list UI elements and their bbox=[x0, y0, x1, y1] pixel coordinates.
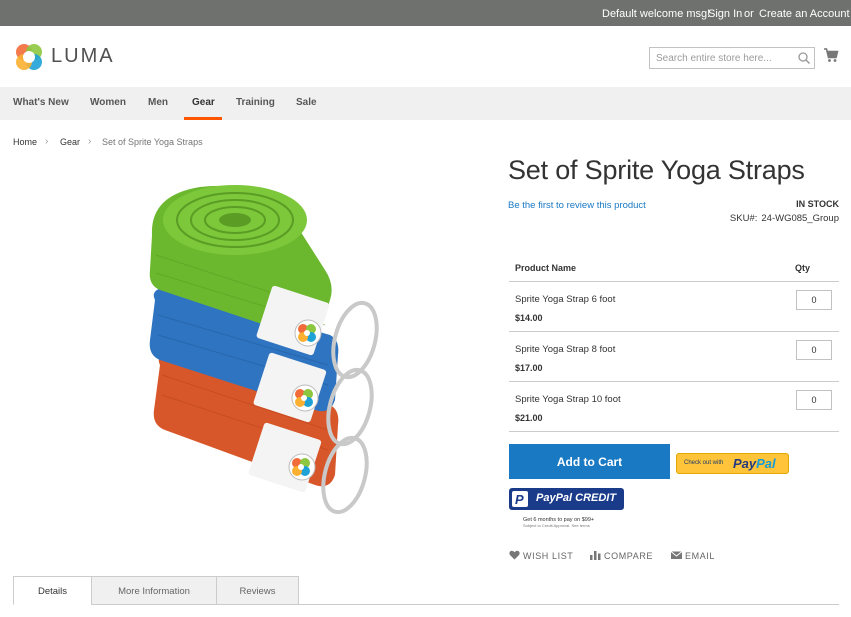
row-price: $17.00 bbox=[515, 363, 543, 373]
sku-label: SKU#: bbox=[729, 213, 758, 224]
luma-logo-icon[interactable] bbox=[13, 41, 45, 73]
nav-item-sale[interactable]: Sale bbox=[296, 97, 317, 108]
paypal-brand-part-1: Pay bbox=[733, 456, 757, 471]
envelope-icon bbox=[671, 551, 682, 559]
search-icon[interactable] bbox=[797, 51, 811, 65]
paypal-brand-part-2: Pal bbox=[756, 456, 776, 471]
nav-item-gear[interactable]: Gear bbox=[192, 97, 215, 108]
row-price: $21.00 bbox=[515, 413, 543, 423]
qty-input[interactable] bbox=[796, 340, 832, 360]
email-link[interactable]: EMAIL bbox=[671, 550, 715, 561]
review-link[interactable]: Be the first to review this product bbox=[508, 200, 646, 211]
product-image[interactable] bbox=[140, 175, 400, 525]
tab-more-information[interactable]: More Information bbox=[91, 576, 217, 605]
create-account-link[interactable]: Create an Account bbox=[759, 8, 850, 20]
stock-status: IN STOCK bbox=[796, 199, 839, 209]
add-to-cart-button[interactable]: Add to Cart bbox=[509, 444, 670, 479]
row-product-name: Sprite Yoga Strap 6 foot bbox=[515, 294, 616, 305]
welcome-message: Default welcome msg! bbox=[602, 8, 711, 20]
tab-reviews[interactable]: Reviews bbox=[216, 576, 299, 605]
sku-value: 24-WG085_Group bbox=[761, 213, 839, 224]
product-title: Set of Sprite Yoga Straps bbox=[508, 155, 805, 185]
cart-icon[interactable] bbox=[823, 47, 839, 63]
nav-item-whats-new[interactable]: What's New bbox=[13, 97, 69, 108]
row-product-name: Sprite Yoga Strap 8 foot bbox=[515, 344, 616, 355]
paypal-checkout-button[interactable]: Check out with PayPal bbox=[676, 453, 789, 474]
or-text: or bbox=[744, 8, 754, 20]
main-navigation: What's New Women Men Gear Training Sale bbox=[0, 87, 851, 120]
paypal-credit-terms-small: Subject to Credit Approval. See terms bbox=[523, 523, 590, 528]
heart-icon bbox=[509, 550, 520, 560]
paypal-credit-label: PayPal CREDIT bbox=[536, 492, 617, 504]
search-input[interactable] bbox=[650, 48, 790, 68]
nav-item-women[interactable]: Women bbox=[90, 97, 126, 108]
grouped-table-header: Product Name Qty bbox=[509, 254, 839, 282]
breadcrumb-current: Set of Sprite Yoga Straps bbox=[102, 137, 203, 147]
nav-item-training[interactable]: Training bbox=[236, 97, 275, 108]
sign-in-link[interactable]: Sign In bbox=[708, 8, 742, 20]
logo-text[interactable]: LUMA bbox=[51, 45, 115, 68]
breadcrumb-gear[interactable]: Gear bbox=[60, 137, 80, 147]
top-header-bar: Default welcome msg! Sign In or Create a… bbox=[0, 0, 851, 26]
tab-details[interactable]: Details bbox=[13, 576, 92, 605]
table-row: Sprite Yoga Strap 6 foot $14.00 bbox=[509, 282, 839, 332]
svg-text:P: P bbox=[515, 492, 524, 507]
nav-item-men[interactable]: Men bbox=[148, 97, 168, 108]
column-header-qty: Qty bbox=[795, 263, 811, 273]
search-box bbox=[649, 47, 815, 69]
nav-active-indicator bbox=[184, 117, 222, 120]
breadcrumb-separator: › bbox=[45, 136, 49, 147]
qty-input[interactable] bbox=[796, 390, 832, 410]
sku-line: SKU#: 24-WG085_Group bbox=[730, 213, 839, 224]
column-header-product-name: Product Name bbox=[515, 263, 577, 273]
breadcrumb-separator: › bbox=[88, 136, 92, 147]
row-product-name: Sprite Yoga Strap 10 foot bbox=[515, 394, 621, 405]
paypal-checkout-text: Check out with bbox=[684, 460, 724, 466]
breadcrumb-home[interactable]: Home bbox=[13, 137, 37, 147]
wish-list-label: WISH LIST bbox=[523, 551, 574, 561]
qty-input[interactable] bbox=[796, 290, 832, 310]
table-row: Sprite Yoga Strap 10 foot $21.00 bbox=[509, 382, 839, 432]
wish-list-link[interactable]: WISH LIST bbox=[509, 550, 573, 561]
paypal-logo: PayPal bbox=[733, 456, 776, 471]
paypal-credit-button[interactable]: P PayPal CREDIT bbox=[509, 488, 624, 510]
email-label: EMAIL bbox=[685, 551, 716, 561]
paypal-p-icon: P bbox=[512, 491, 528, 507]
table-row: Sprite Yoga Strap 8 foot $17.00 bbox=[509, 332, 839, 382]
bar-chart-icon bbox=[590, 551, 601, 560]
row-price: $14.00 bbox=[515, 313, 543, 323]
compare-link[interactable]: COMPARE bbox=[590, 550, 653, 561]
compare-label: COMPARE bbox=[604, 551, 654, 561]
